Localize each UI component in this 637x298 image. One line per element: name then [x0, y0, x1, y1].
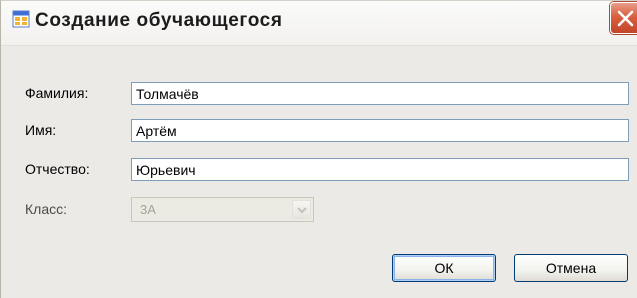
patronymic-field[interactable]: [131, 158, 629, 181]
close-icon: [617, 10, 634, 27]
patronymic-label: Отчество:: [25, 161, 90, 177]
dialog-window: Создание обучающегося Фамилия: Имя: Отче…: [0, 0, 637, 298]
surname-field[interactable]: [131, 82, 629, 105]
close-button[interactable]: [610, 2, 637, 34]
name-field[interactable]: [131, 119, 629, 142]
cancel-button[interactable]: Отмена: [514, 254, 628, 282]
class-select-value: 3А: [140, 202, 156, 217]
chevron-down-icon: [297, 207, 307, 214]
title-bar[interactable]: Создание обучающегося: [1, 1, 637, 46]
class-select-dropdown-button[interactable]: [292, 200, 311, 219]
window-title: Создание обучающегося: [35, 10, 283, 31]
name-label: Имя:: [25, 122, 57, 138]
class-select[interactable]: 3А: [131, 197, 314, 222]
surname-label: Фамилия:: [25, 85, 89, 101]
window-app-icon[interactable]: [12, 10, 30, 28]
ok-button[interactable]: ОК: [392, 254, 496, 282]
class-label: Класс:: [25, 201, 67, 217]
